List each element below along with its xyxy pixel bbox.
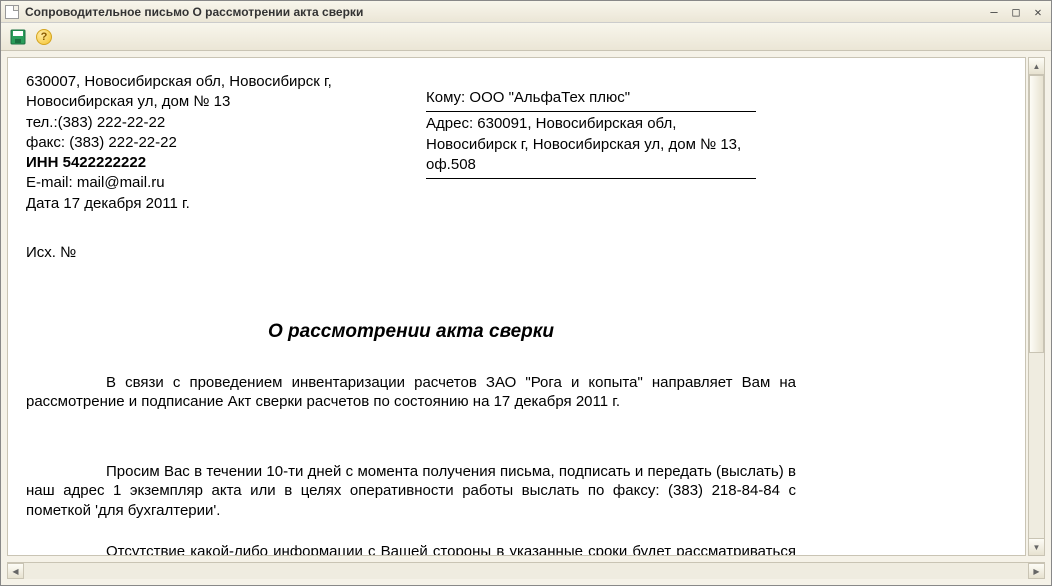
sender-tel: тел.:(383) 222-22-22 (26, 113, 366, 133)
scroll-thumb[interactable] (1029, 75, 1044, 353)
sender-address: 630007, Новосибирская обл, Новосибирск г… (26, 72, 366, 113)
horizontal-scrollbar[interactable]: ◀ ▶ (7, 562, 1045, 579)
sender-fax: факс: (383) 222-22-22 (26, 133, 366, 153)
window-title: Сопроводительное письмо О рассмотрении а… (25, 5, 985, 19)
body-paragraph-3: Отсутствие какой-либо информации с Вашей… (26, 542, 796, 556)
scroll-down-button[interactable]: ▼ (1029, 538, 1044, 555)
scroll-h-track[interactable] (24, 563, 1028, 579)
sender-inn: ИНН 5422222222 (26, 153, 366, 173)
sender-date: Дата 17 декабря 2011 г. (26, 194, 366, 214)
document-icon (5, 5, 19, 19)
help-icon: ? (36, 29, 52, 45)
content-area: 630007, Новосибирская обл, Новосибирск г… (1, 51, 1051, 562)
scroll-up-button[interactable]: ▲ (1029, 58, 1044, 75)
save-button[interactable] (7, 26, 29, 48)
document-header: 630007, Новосибирская обл, Новосибирск г… (26, 72, 1007, 214)
save-icon (10, 29, 26, 45)
close-button[interactable]: ✕ (1029, 4, 1047, 20)
sender-block: 630007, Новосибирская обл, Новосибирск г… (26, 72, 366, 214)
recipient-address: Адрес: 630091, Новосибирская обл, Новоси… (426, 112, 756, 179)
recipient-block: Кому: ООО "АльфаТех плюс" Адрес: 630091,… (426, 86, 756, 214)
window-controls: — □ ✕ (985, 4, 1047, 20)
minimize-button[interactable]: — (985, 4, 1003, 20)
sender-email: E-mail: mail@mail.ru (26, 173, 366, 193)
maximize-button[interactable]: □ (1007, 4, 1025, 20)
body-paragraph-1: В связи с проведением инвентаризации рас… (26, 373, 796, 412)
scroll-left-button[interactable]: ◀ (7, 563, 24, 579)
scroll-right-button[interactable]: ▶ (1028, 563, 1045, 579)
vertical-scrollbar[interactable]: ▲ ▼ (1028, 57, 1045, 556)
document-title: О рассмотрении акта сверки (26, 321, 796, 343)
toolbar: ? (1, 23, 1051, 51)
recipient-to: Кому: ООО "АльфаТех плюс" (426, 86, 756, 112)
titlebar: Сопроводительное письмо О рассмотрении а… (1, 1, 1051, 23)
outgoing-number: Исх. № (26, 244, 1007, 261)
body-paragraph-2: Просим Вас в течении 10-ти дней с момент… (26, 462, 796, 521)
scroll-track[interactable] (1029, 75, 1044, 538)
help-button[interactable]: ? (33, 26, 55, 48)
window: Сопроводительное письмо О рассмотрении а… (0, 0, 1052, 586)
document-view[interactable]: 630007, Новосибирская обл, Новосибирск г… (7, 57, 1026, 556)
